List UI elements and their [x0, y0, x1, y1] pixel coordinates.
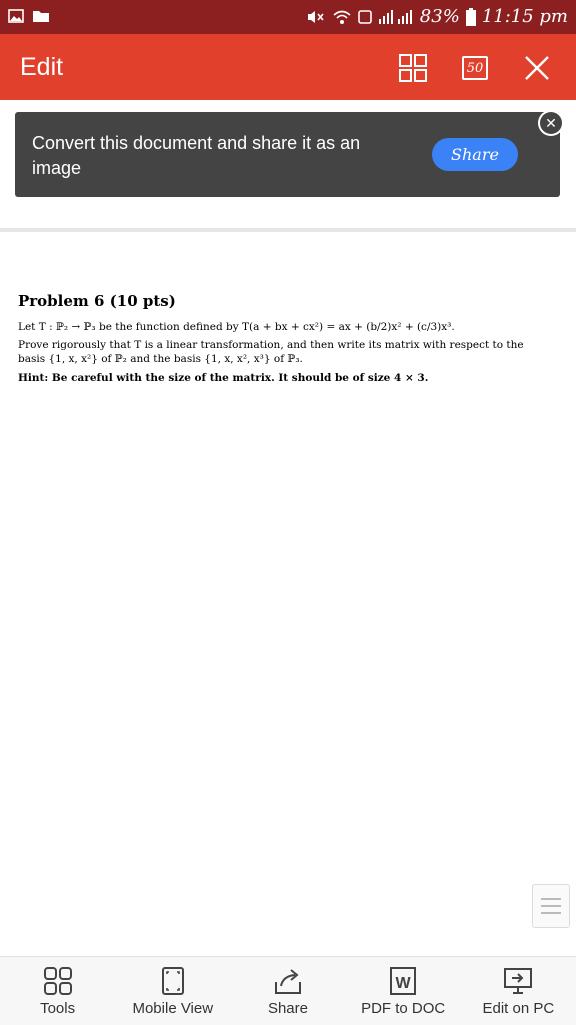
banner-message: Convert this document and share it as an…: [32, 133, 361, 178]
signal-icon: [378, 9, 414, 25]
folder-icon: [32, 9, 50, 28]
tools-button[interactable]: Tools: [3, 957, 113, 1017]
close-icon: [525, 56, 549, 80]
battery-percent: 83%: [419, 6, 460, 27]
problem-task: Prove rigorously that T is a linear tran…: [18, 339, 524, 365]
pdf-to-doc-button[interactable]: W PDF to DOC: [348, 957, 458, 1017]
close-button[interactable]: [520, 51, 554, 85]
hd-icon: [357, 9, 372, 25]
status-bar: 83% 11:15 pm: [0, 0, 576, 34]
page-title: Edit: [20, 53, 64, 81]
gallery-icon: [8, 9, 24, 28]
mobile-view-label: Mobile View: [132, 1000, 214, 1017]
monitor-icon: [504, 968, 533, 994]
tools-label: Tools: [40, 1000, 76, 1017]
tools-icon: [43, 967, 72, 995]
mute-icon: [306, 9, 326, 25]
grid-icon: [399, 54, 427, 82]
clock: 11:15 pm: [481, 6, 568, 27]
word-doc-icon: W: [390, 967, 417, 995]
app-bar: Edit 50: [0, 34, 576, 100]
divider: [0, 228, 576, 232]
share-label: Share: [267, 1000, 308, 1017]
banner-close-button[interactable]: ✕: [540, 112, 562, 134]
mobile-view-button[interactable]: Mobile View: [118, 957, 228, 1017]
problem-title: Problem 6 (10 pts): [18, 292, 176, 310]
share-icon: [274, 969, 301, 994]
battery-icon: [465, 7, 476, 26]
svg-text:W: W: [396, 975, 412, 992]
app-actions: 50: [396, 51, 554, 85]
pdf-to-doc-label: PDF to DOC: [361, 1000, 446, 1017]
scroll-handle[interactable]: [532, 884, 570, 928]
status-notifications: [8, 9, 50, 28]
share-button[interactable]: Share: [233, 957, 343, 1017]
banner-share-button[interactable]: Share: [432, 138, 518, 171]
convert-banner: Convert this document and share it as an…: [15, 112, 562, 197]
page-count-button[interactable]: 50: [458, 51, 492, 85]
page-count-badge: 50: [462, 56, 488, 80]
document-page: Problem 6 (10 pts) Let T : ℙ₂ → ℙ₃ be th…: [18, 292, 548, 384]
thumbnail-grid-button[interactable]: [396, 51, 430, 85]
problem-hint: Hint: Be careful with the size of the ma…: [18, 372, 429, 384]
wifi-icon: [332, 9, 352, 25]
mobile-view-icon: [161, 967, 184, 995]
status-indicators: 83% 11:15 pm: [306, 6, 568, 27]
edit-on-pc-label: Edit on PC: [482, 1000, 555, 1017]
problem-definition: Let T : ℙ₂ → ℙ₃ be the function defined …: [18, 321, 455, 333]
edit-on-pc-button[interactable]: Edit on PC: [463, 957, 573, 1017]
bottom-toolbar: Tools Mobile View Share W PDF to DOC Edi…: [0, 956, 576, 1025]
